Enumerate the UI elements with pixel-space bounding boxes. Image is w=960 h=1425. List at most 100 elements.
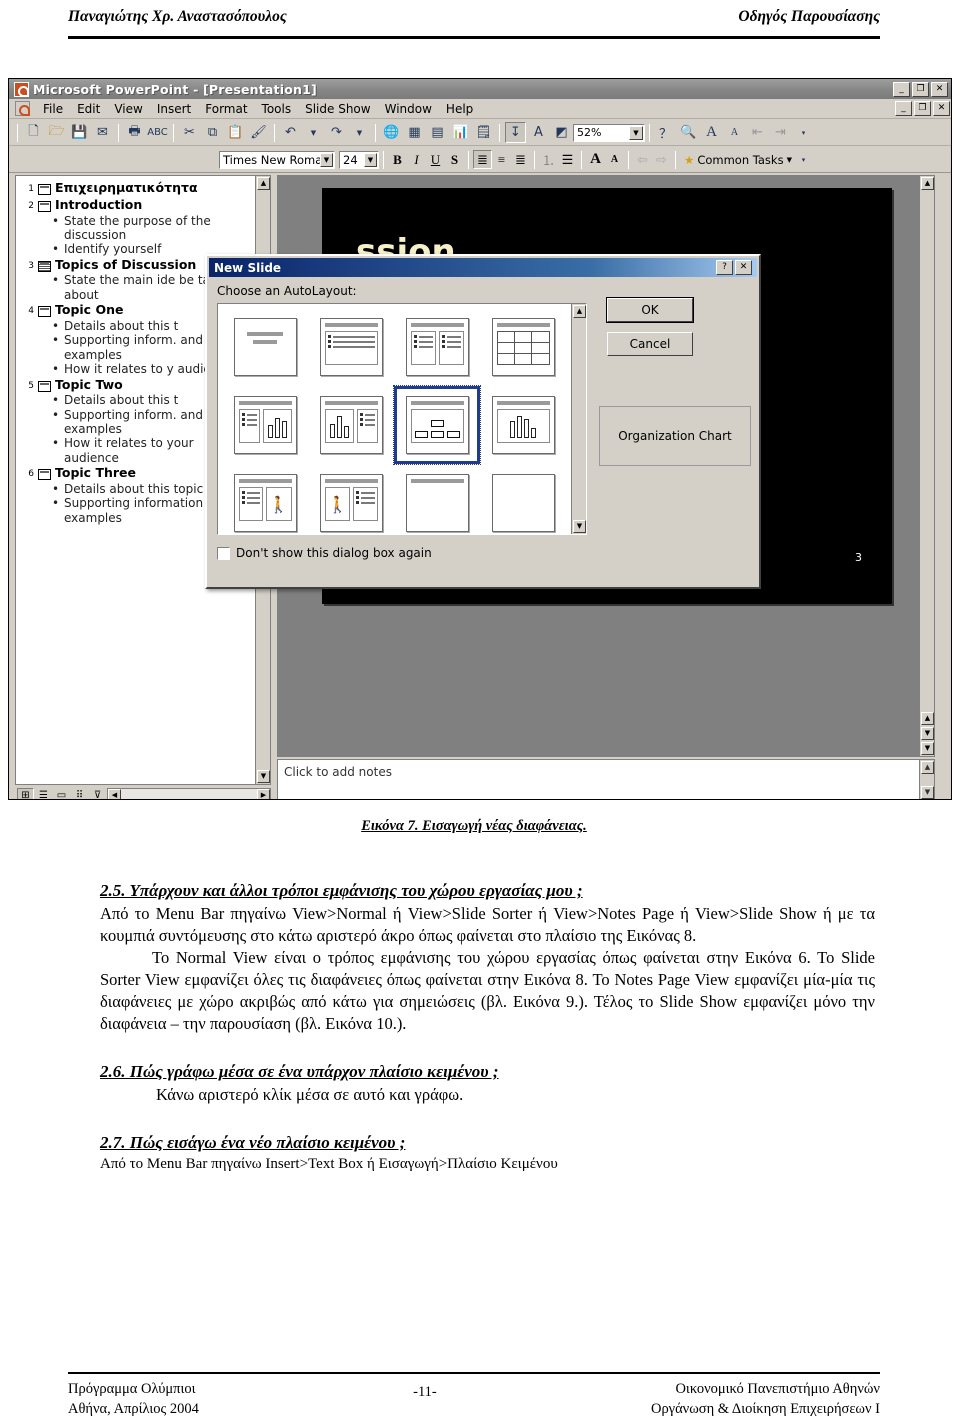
slide-sorter-view-button[interactable]: ⠿ (71, 787, 88, 799)
outline-hscrollbar[interactable]: ◀ ▶ (107, 787, 271, 799)
print-icon[interactable]: 🖶 (124, 122, 145, 143)
autolayout-text-and-chart[interactable] (222, 386, 308, 464)
outline-view-button[interactable]: ☰ (35, 787, 52, 799)
outline-bullet[interactable]: State the purpose of the discussion (18, 214, 252, 243)
doc-restore-button[interactable]: ❐ (914, 101, 931, 116)
autolayout-list[interactable]: 🚶 🚶 ▲ ▼ (217, 303, 587, 535)
increase-font-size-button[interactable]: A (586, 150, 605, 169)
autolayout-bulleted-list[interactable] (308, 308, 394, 386)
help-icon[interactable]: ？ (655, 122, 676, 143)
align-right-button[interactable]: ≣ (511, 150, 530, 169)
menu-format[interactable]: Format (198, 100, 254, 118)
autolayout-organization-chart[interactable] (393, 385, 481, 465)
notes-scroll-up-icon[interactable]: ▲ (921, 761, 934, 774)
find-icon[interactable]: 🔍 (678, 122, 699, 143)
show-formatting-icon[interactable]: A (528, 122, 549, 143)
autolayout-clip-art-and-text[interactable]: 🚶 (308, 464, 394, 534)
demote-button[interactable]: ⇨ (652, 150, 671, 169)
layout-scroll-down-icon[interactable]: ▼ (573, 520, 586, 533)
align-left-button[interactable]: ≣ (473, 150, 492, 169)
autolayout-table[interactable] (480, 308, 566, 386)
new-slide-icon[interactable]: 🗒 (473, 122, 494, 143)
hyperlink-icon[interactable]: 🌐 (381, 122, 402, 143)
new-slide-dialog[interactable]: New Slide ? ✕ Choose an AutoLayout: 🚶 🚶 … (205, 254, 761, 589)
font-name-dropdown-icon[interactable]: ▼ (320, 152, 333, 167)
common-tasks-button[interactable]: ★ Common Tasks ▼ (684, 153, 792, 167)
numbered-list-button[interactable]: ⒈ (539, 150, 558, 169)
italic-button[interactable]: I (407, 150, 426, 169)
minimize-button[interactable]: _ (893, 81, 910, 97)
dialog-close-button[interactable]: ✕ (735, 260, 752, 275)
underline-button[interactable]: U (426, 150, 445, 169)
new-icon[interactable]: 🗋 (23, 122, 44, 143)
dont-show-checkbox[interactable] (217, 546, 230, 560)
scroll-right-icon[interactable]: ▶ (257, 788, 270, 799)
align-center-button[interactable]: ≡ (492, 150, 511, 169)
toolbar-overflow-icon[interactable]: ▾ (793, 122, 814, 143)
layout-scroll-up-icon[interactable]: ▲ (573, 305, 586, 318)
autolayout-title-only[interactable] (394, 464, 480, 534)
expand-all-icon[interactable]: ↧ (505, 122, 526, 143)
ok-button[interactable]: OK (607, 298, 693, 322)
autolayout-title-slide[interactable] (222, 308, 308, 386)
grayscale-icon[interactable]: ◩ (551, 122, 572, 143)
slide-show-view-button[interactable]: ⊽ (89, 787, 106, 799)
notes-pane[interactable]: Click to add notes ▲ ▼ (277, 759, 935, 799)
redo-dropdown-icon[interactable]: ▼ (349, 122, 370, 143)
menu-slide-show[interactable]: Slide Show (298, 100, 377, 118)
autolayout-chart[interactable] (480, 386, 566, 464)
common-tasks-dropdown-icon[interactable]: ▼ (787, 156, 792, 164)
menu-window[interactable]: Window (378, 100, 439, 118)
promote-button[interactable]: ⇦ (633, 150, 652, 169)
menu-tools[interactable]: Tools (255, 100, 299, 118)
prev-slide-icon[interactable]: ▲ (921, 712, 934, 725)
slide-view-button[interactable]: ▭ (53, 787, 70, 799)
menu-edit[interactable]: Edit (70, 100, 107, 118)
undo-icon[interactable]: ↶ (280, 122, 301, 143)
outline-slide-1[interactable]: 1 Επιχειρηματικότητα (18, 180, 252, 197)
autolayout-chart-and-text[interactable] (308, 386, 394, 464)
font-size-dropdown-icon[interactable]: ▼ (364, 152, 377, 167)
copy-icon[interactable]: ⧉ (202, 122, 223, 143)
normal-view-button[interactable]: ⊞ (17, 787, 34, 799)
slide-scroll-up-icon[interactable]: ▲ (921, 177, 934, 190)
notes-scrollbar[interactable]: ▲ ▼ (919, 760, 934, 799)
cancel-button[interactable]: Cancel (607, 332, 693, 356)
restore-button[interactable]: ❐ (912, 81, 929, 97)
format-painter-icon[interactable]: 🖌 (248, 122, 269, 143)
scroll-down-icon[interactable]: ▼ (257, 770, 270, 783)
dont-show-again-row[interactable]: Don't show this dialog box again (217, 546, 432, 560)
cut-icon[interactable]: ✂ (179, 122, 200, 143)
undo-dropdown-icon[interactable]: ▼ (303, 122, 324, 143)
paste-icon[interactable]: 📋 (225, 122, 246, 143)
scroll-up-icon[interactable]: ▲ (257, 177, 270, 190)
font-name-combobox[interactable]: Times New Roman ▼ (219, 150, 335, 169)
increase-font-icon[interactable]: A (701, 122, 722, 143)
slide-scroll-down-icon[interactable]: ▼ (921, 727, 934, 740)
notes-scroll-down-icon[interactable]: ▼ (921, 786, 934, 799)
shadow-button[interactable]: S (445, 150, 464, 169)
menu-view[interactable]: View (107, 100, 149, 118)
insert-excel-icon[interactable]: ▤ (427, 122, 448, 143)
autolayout-two-column-text[interactable] (394, 308, 480, 386)
zoom-combobox[interactable]: 52% ▼ (573, 123, 645, 142)
bold-button[interactable]: B (388, 150, 407, 169)
promote-icon[interactable]: ⇤ (747, 122, 768, 143)
menu-file[interactable]: File (36, 100, 70, 118)
insert-chart-icon[interactable]: 📊 (450, 122, 471, 143)
slide-scrollbar[interactable]: ▲ ▼ ▲ ▼ (919, 176, 934, 756)
menu-insert[interactable]: Insert (150, 100, 198, 118)
insert-table-icon[interactable]: ▦ (404, 122, 425, 143)
outline-slide-2[interactable]: 2 Introduction (18, 197, 252, 214)
dialog-help-button[interactable]: ? (716, 260, 733, 275)
redo-icon[interactable]: ↷ (326, 122, 347, 143)
decrease-font-icon[interactable]: A (724, 122, 745, 143)
autolayout-blank[interactable] (480, 464, 566, 534)
save-icon[interactable]: 💾 (69, 122, 90, 143)
next-slide-icon[interactable]: ▼ (921, 742, 934, 755)
autolayout-scrollbar[interactable]: ▲ ▼ (571, 304, 586, 534)
mail-icon[interactable]: ✉ (92, 122, 113, 143)
close-button[interactable]: ✕ (931, 81, 948, 97)
doc-close-button[interactable]: ✕ (933, 101, 950, 116)
scroll-left-icon[interactable]: ◀ (108, 788, 121, 799)
